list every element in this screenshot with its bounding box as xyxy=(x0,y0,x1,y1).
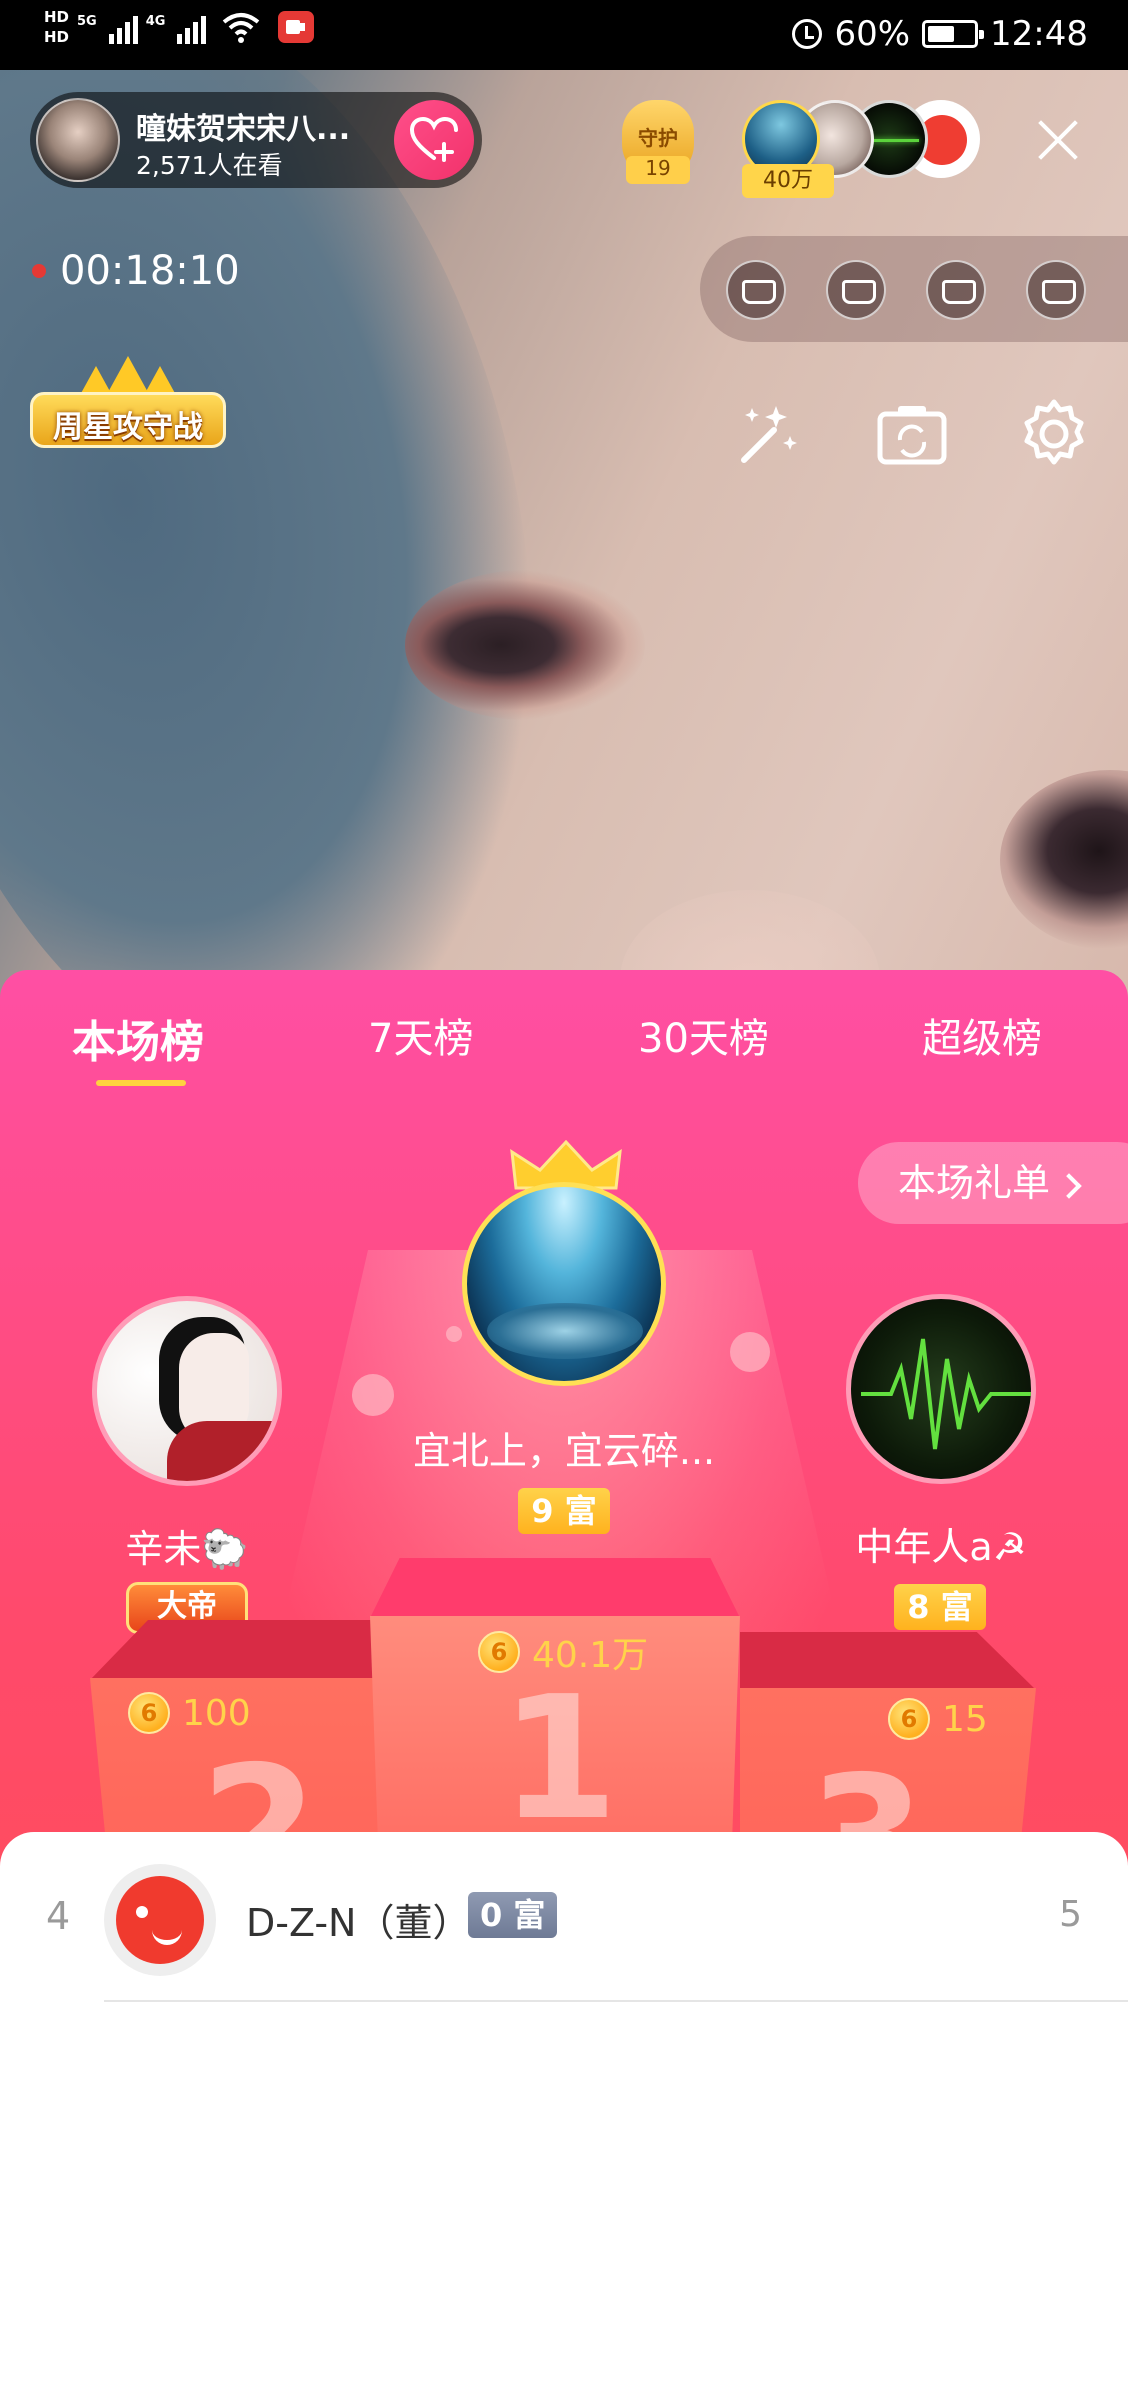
battery-icon xyxy=(922,20,985,48)
seat-sofa-icon[interactable] xyxy=(726,260,786,320)
viewer-count: 2,571人在看 xyxy=(136,151,283,180)
live-timer: 00:18:10 xyxy=(32,248,240,294)
weekly-badge-text: 周星攻守战 xyxy=(53,410,203,445)
network-label-5g: 5G xyxy=(77,14,97,29)
magic-wand-icon xyxy=(741,406,797,463)
battery-percent: 60% xyxy=(834,14,911,54)
live-video[interactable] xyxy=(0,70,1128,1010)
coin-icon: 6 xyxy=(128,1692,170,1734)
hd-label-2: HD xyxy=(44,28,70,46)
decor-bubble xyxy=(730,1332,770,1372)
signal-icon-2 xyxy=(177,10,207,44)
heartbeat-icon xyxy=(861,1338,1031,1450)
rank-2-name: 辛未🐑 xyxy=(125,1527,249,1571)
battery-fill xyxy=(928,26,955,42)
decor-bubble xyxy=(352,1374,394,1416)
timer-text: 00:18:10 xyxy=(60,248,240,294)
tab-underline xyxy=(96,1080,186,1086)
decor-bubble xyxy=(446,1326,462,1342)
wink-face-icon xyxy=(116,1876,204,1964)
hd-indicators: HD HD xyxy=(44,8,69,46)
host-avatar[interactable] xyxy=(36,98,120,182)
tab-7-days[interactable]: 7天榜 xyxy=(368,1006,473,1064)
gift-list-button[interactable]: 本场礼单 xyxy=(858,1142,1128,1224)
seat-sofa-icon[interactable] xyxy=(926,260,986,320)
seat-sofa-icon[interactable] xyxy=(1026,260,1086,320)
clock-time: 12:48 xyxy=(990,14,1088,54)
alarm-icon xyxy=(792,19,823,49)
list-item-avatar[interactable] xyxy=(104,1864,216,1976)
screen-record-icon xyxy=(278,11,315,43)
status-right: 60% 12:48 xyxy=(792,14,1088,54)
weekly-star-badge[interactable]: 周星攻守战 xyxy=(30,356,226,452)
rank-1-coin-value: 40.1万 xyxy=(532,1635,649,1676)
host-info-pill[interactable]: 曈妹贺宋宋八... 2,571人在看 xyxy=(30,92,482,188)
list-item-value: 5 xyxy=(1059,1894,1082,1935)
guard-count: 19 xyxy=(626,156,690,184)
recording-dot-icon xyxy=(32,264,46,278)
rank-3-coins: 6 15 xyxy=(888,1698,988,1740)
tab-super[interactable]: 超级榜 xyxy=(922,1006,1042,1064)
coin-icon: 6 xyxy=(888,1698,930,1740)
video-eye-right xyxy=(1000,770,1128,950)
follow-heart-button[interactable] xyxy=(394,100,474,180)
status-bar: HD HD 5G 4G 60% 12:48 xyxy=(0,0,1128,70)
top-fan-value: 40万 xyxy=(742,164,834,198)
switch-camera-button[interactable] xyxy=(874,396,950,472)
podium-3-top xyxy=(740,1632,1036,1690)
list-item[interactable]: 4 D-Z-N（董） 0 富 5 xyxy=(0,1832,1128,2002)
rank-3-avatar[interactable] xyxy=(846,1294,1036,1484)
beauty-wand-button[interactable] xyxy=(730,396,806,472)
rank-1-coins: 6 40.1万 xyxy=(478,1626,648,1678)
video-hair-region xyxy=(0,70,628,1010)
guard-label: 守护 xyxy=(638,126,678,150)
hd-label-1: HD xyxy=(44,8,70,26)
list-item-name: D-Z-N（董） xyxy=(246,1901,471,1945)
rank-1-name: 宜北上，宜云碎... xyxy=(412,1429,716,1473)
rank-1-wealth-badge: 9 富 xyxy=(518,1488,610,1534)
tab-current-session[interactable]: 本场榜 xyxy=(72,1006,204,1070)
rank-3-wealth-badge: 8 富 xyxy=(894,1584,986,1630)
guard-badge[interactable]: 守护 19 xyxy=(612,100,704,190)
seat-bar xyxy=(700,236,1128,342)
wifi-icon xyxy=(223,13,260,43)
ranking-tabs: 本场榜 7天榜 30天榜 超级榜 xyxy=(0,1006,1128,1086)
signal-icon xyxy=(108,10,138,44)
tab-30-days[interactable]: 30天榜 xyxy=(638,1006,769,1064)
rank-2-avatar[interactable] xyxy=(92,1296,282,1486)
camera-switch-icon xyxy=(877,406,947,465)
list-item-rank: 4 xyxy=(46,1894,71,1938)
status-left: HD HD 5G 4G xyxy=(44,8,315,46)
podium-1-top xyxy=(370,1558,740,1618)
host-name: 曈妹贺宋宋八... xyxy=(136,112,351,147)
close-icon[interactable] xyxy=(1030,112,1086,168)
top-fans[interactable]: 40万 xyxy=(742,100,992,198)
gift-list-label: 本场礼单 xyxy=(898,1161,1051,1205)
list-divider xyxy=(104,2000,1128,2002)
settings-button[interactable] xyxy=(1016,396,1092,472)
avatar-portrait-robe xyxy=(167,1421,277,1481)
rank-2-coins: 6 100 xyxy=(128,1692,251,1734)
video-eye-left xyxy=(405,570,645,720)
chevron-right-icon xyxy=(1056,1172,1082,1199)
network-label-4g: 4G xyxy=(145,14,166,29)
seat-sofa-icon[interactable] xyxy=(826,260,886,320)
rank-3-name: 中年人a☭ xyxy=(855,1525,1027,1569)
rank-1-avatar[interactable] xyxy=(462,1182,666,1386)
coin-icon: 6 xyxy=(478,1631,520,1673)
list-item-wealth-badge: 0 富 xyxy=(468,1892,558,1938)
gear-icon xyxy=(1024,399,1084,465)
rank-3-coin-value: 15 xyxy=(942,1698,988,1740)
ranking-list: 4 D-Z-N（董） 0 富 5 xyxy=(0,1832,1128,2400)
podium-1-number: 1 xyxy=(500,1660,619,1858)
rank-2-coin-value: 100 xyxy=(182,1692,251,1734)
heart-plus-icon xyxy=(409,116,458,162)
